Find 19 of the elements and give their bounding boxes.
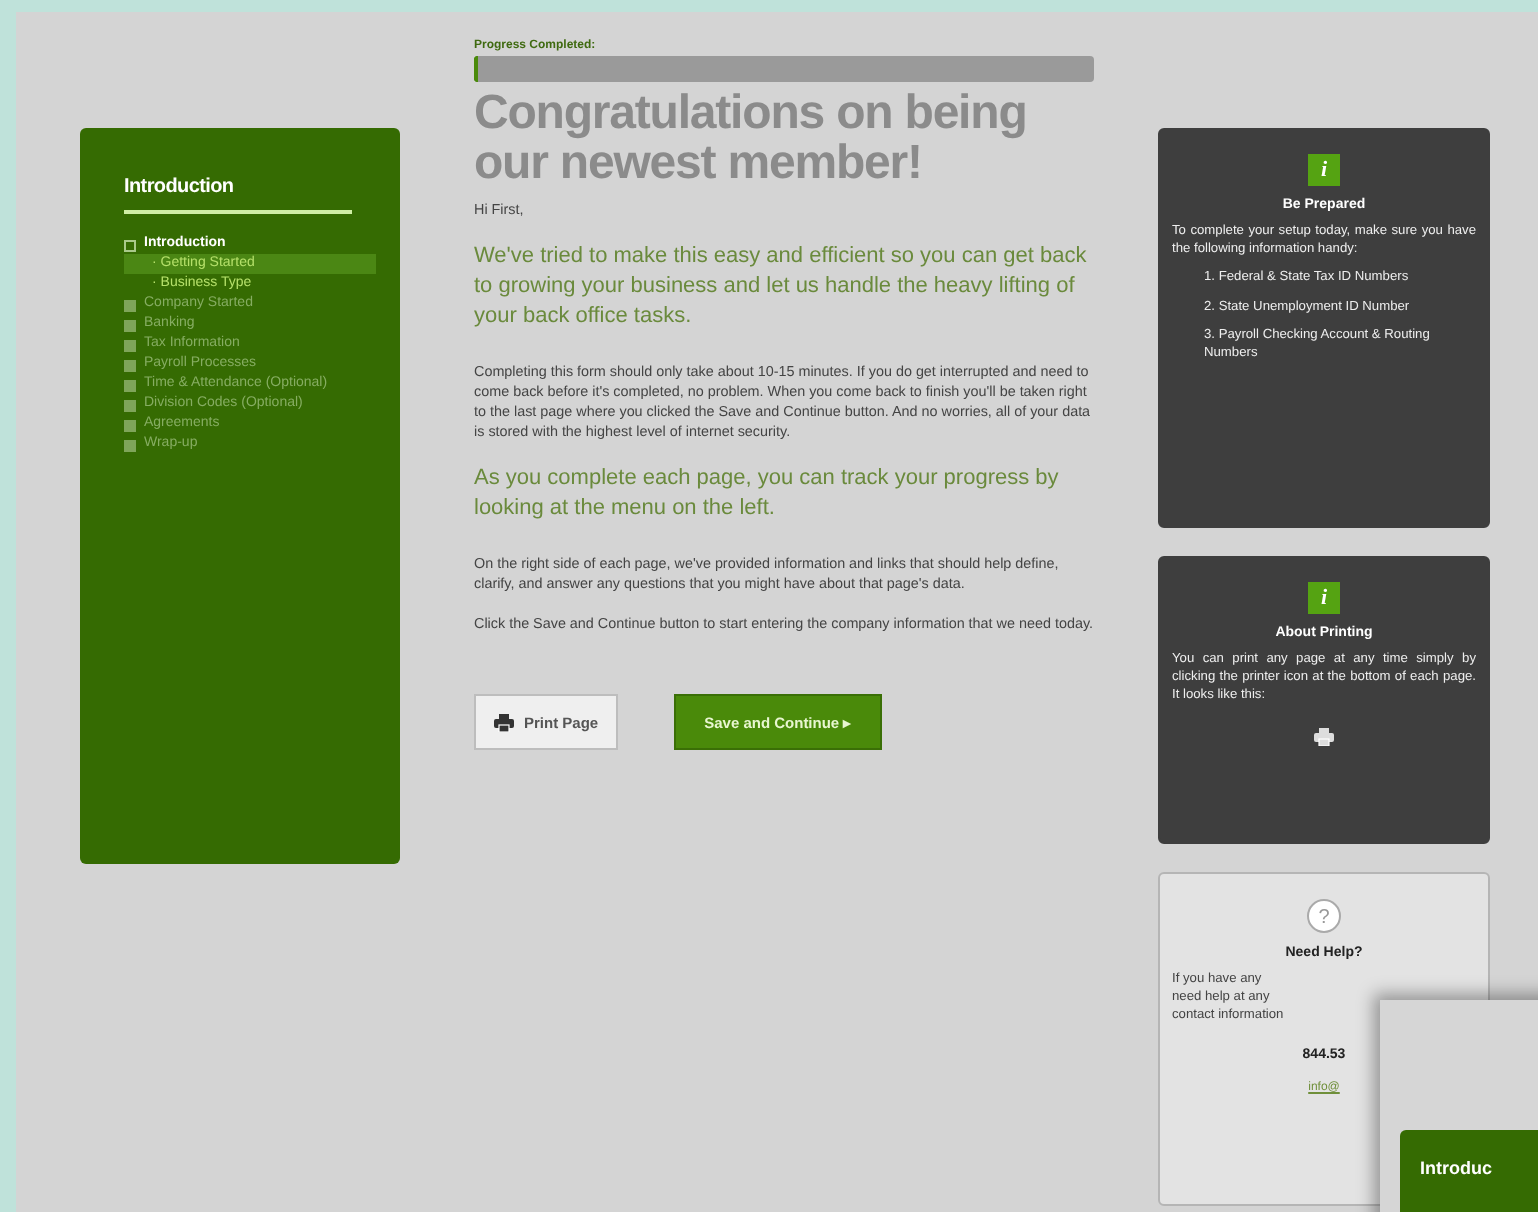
expand-toggle-icon[interactable] [124,300,136,312]
expand-toggle-icon[interactable] [124,420,136,432]
expand-toggle-icon[interactable] [124,320,136,332]
lead-paragraph: As you complete each page, you can track your progress by looking at the menu on the left. [474,464,1061,524]
expand-toggle-icon[interactable] [124,440,136,452]
info-icon: i [1308,154,1340,186]
printer-icon [494,713,514,731]
expand-toggle-icon[interactable] [124,380,136,392]
expand-toggle-icon[interactable] [124,340,136,352]
lead-paragraph: We've tried to make this easy and efficient so you can get back to growing your business and let us handle the heavy lifting of your back office tasks. [474,242,1089,332]
sidebar-title: Introduction [124,176,236,198]
expand-toggle-icon[interactable] [124,400,136,412]
expand-toggle-icon[interactable] [124,360,136,372]
expand-toggle-icon[interactable] [124,240,136,252]
question-icon: ? [1306,898,1342,934]
printer-icon [1314,728,1334,746]
overlay-sidebar-title: Introduc [1400,1130,1538,1212]
info-icon: i [1308,582,1340,614]
page-heading: Congratulations on being our newest member! [474,88,1029,188]
